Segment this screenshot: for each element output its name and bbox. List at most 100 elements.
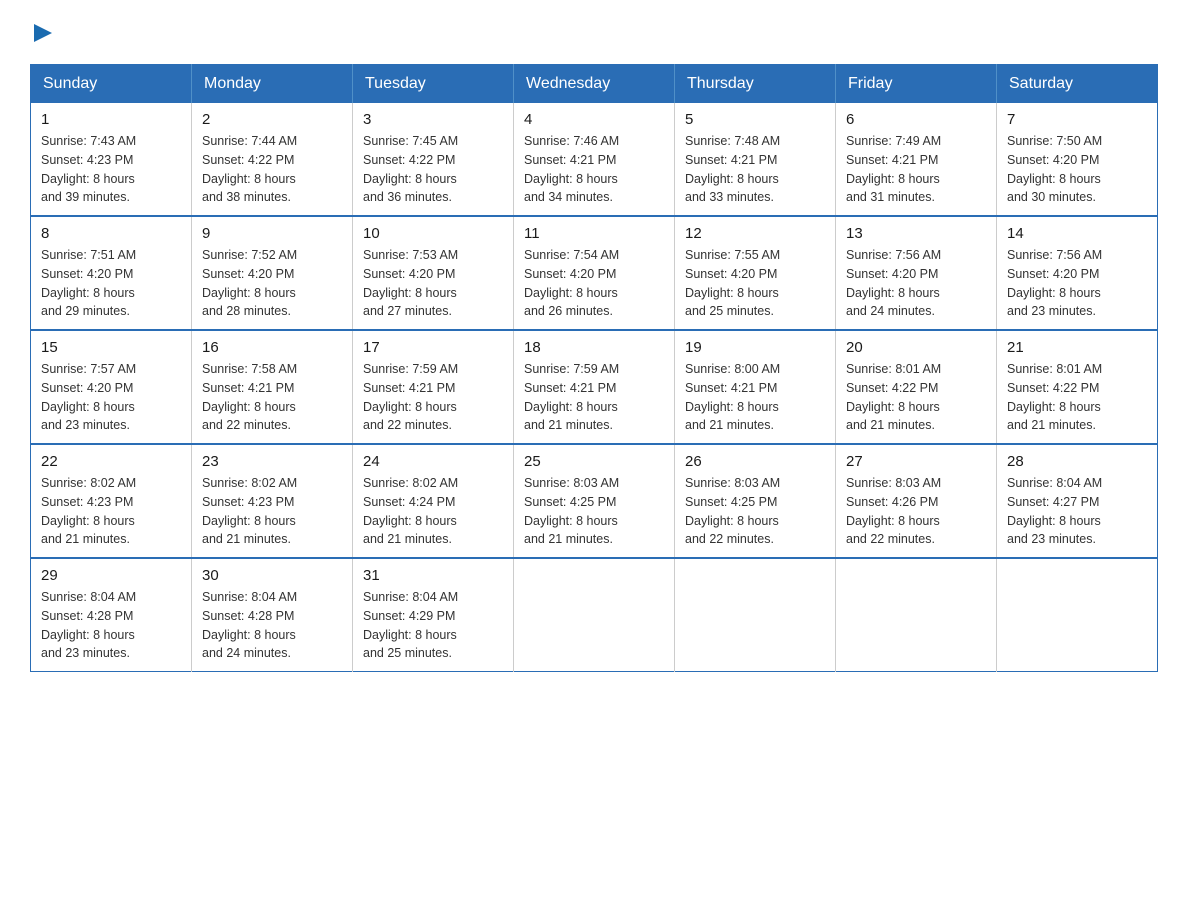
day-number: 6 [846, 111, 986, 128]
day-number: 4 [524, 111, 664, 128]
calendar-cell: 25 Sunrise: 8:03 AM Sunset: 4:25 PM Dayl… [514, 444, 675, 558]
day-info: Sunrise: 8:04 AM Sunset: 4:29 PM Dayligh… [363, 588, 503, 663]
calendar-cell [675, 558, 836, 672]
day-info: Sunrise: 7:54 AM Sunset: 4:20 PM Dayligh… [524, 246, 664, 321]
day-number: 2 [202, 111, 342, 128]
day-number: 10 [363, 225, 503, 242]
calendar-table: SundayMondayTuesdayWednesdayThursdayFrid… [30, 64, 1158, 672]
calendar-cell: 13 Sunrise: 7:56 AM Sunset: 4:20 PM Dayl… [836, 216, 997, 330]
day-number: 30 [202, 567, 342, 584]
day-number: 7 [1007, 111, 1147, 128]
day-info: Sunrise: 7:59 AM Sunset: 4:21 PM Dayligh… [524, 360, 664, 435]
day-info: Sunrise: 7:46 AM Sunset: 4:21 PM Dayligh… [524, 132, 664, 207]
calendar-cell: 8 Sunrise: 7:51 AM Sunset: 4:20 PM Dayli… [31, 216, 192, 330]
day-info: Sunrise: 8:01 AM Sunset: 4:22 PM Dayligh… [1007, 360, 1147, 435]
calendar-cell: 2 Sunrise: 7:44 AM Sunset: 4:22 PM Dayli… [192, 103, 353, 216]
day-info: Sunrise: 7:52 AM Sunset: 4:20 PM Dayligh… [202, 246, 342, 321]
day-info: Sunrise: 7:53 AM Sunset: 4:20 PM Dayligh… [363, 246, 503, 321]
day-number: 24 [363, 453, 503, 470]
weekday-header-tuesday: Tuesday [353, 65, 514, 104]
day-info: Sunrise: 7:45 AM Sunset: 4:22 PM Dayligh… [363, 132, 503, 207]
day-number: 31 [363, 567, 503, 584]
day-number: 15 [41, 339, 181, 356]
day-number: 27 [846, 453, 986, 470]
calendar-cell: 19 Sunrise: 8:00 AM Sunset: 4:21 PM Dayl… [675, 330, 836, 444]
calendar-cell: 1 Sunrise: 7:43 AM Sunset: 4:23 PM Dayli… [31, 103, 192, 216]
calendar-cell: 14 Sunrise: 7:56 AM Sunset: 4:20 PM Dayl… [997, 216, 1158, 330]
day-number: 22 [41, 453, 181, 470]
calendar-cell: 15 Sunrise: 7:57 AM Sunset: 4:20 PM Dayl… [31, 330, 192, 444]
calendar-cell: 31 Sunrise: 8:04 AM Sunset: 4:29 PM Dayl… [353, 558, 514, 672]
day-number: 14 [1007, 225, 1147, 242]
day-info: Sunrise: 7:56 AM Sunset: 4:20 PM Dayligh… [1007, 246, 1147, 321]
day-number: 5 [685, 111, 825, 128]
day-number: 29 [41, 567, 181, 584]
calendar-week-row: 22 Sunrise: 8:02 AM Sunset: 4:23 PM Dayl… [31, 444, 1158, 558]
day-number: 26 [685, 453, 825, 470]
calendar-cell: 10 Sunrise: 7:53 AM Sunset: 4:20 PM Dayl… [353, 216, 514, 330]
day-number: 9 [202, 225, 342, 242]
day-info: Sunrise: 7:44 AM Sunset: 4:22 PM Dayligh… [202, 132, 342, 207]
calendar-cell: 6 Sunrise: 7:49 AM Sunset: 4:21 PM Dayli… [836, 103, 997, 216]
calendar-cell [997, 558, 1158, 672]
calendar-cell: 16 Sunrise: 7:58 AM Sunset: 4:21 PM Dayl… [192, 330, 353, 444]
day-info: Sunrise: 7:55 AM Sunset: 4:20 PM Dayligh… [685, 246, 825, 321]
calendar-cell: 23 Sunrise: 8:02 AM Sunset: 4:23 PM Dayl… [192, 444, 353, 558]
calendar-cell [836, 558, 997, 672]
calendar-cell [514, 558, 675, 672]
day-number: 25 [524, 453, 664, 470]
calendar-cell: 22 Sunrise: 8:02 AM Sunset: 4:23 PM Dayl… [31, 444, 192, 558]
day-number: 23 [202, 453, 342, 470]
weekday-header-monday: Monday [192, 65, 353, 104]
calendar-week-row: 29 Sunrise: 8:04 AM Sunset: 4:28 PM Dayl… [31, 558, 1158, 672]
day-info: Sunrise: 8:03 AM Sunset: 4:25 PM Dayligh… [524, 474, 664, 549]
day-number: 21 [1007, 339, 1147, 356]
day-number: 18 [524, 339, 664, 356]
calendar-cell: 12 Sunrise: 7:55 AM Sunset: 4:20 PM Dayl… [675, 216, 836, 330]
weekday-header-wednesday: Wednesday [514, 65, 675, 104]
day-info: Sunrise: 7:49 AM Sunset: 4:21 PM Dayligh… [846, 132, 986, 207]
day-info: Sunrise: 8:00 AM Sunset: 4:21 PM Dayligh… [685, 360, 825, 435]
day-info: Sunrise: 7:58 AM Sunset: 4:21 PM Dayligh… [202, 360, 342, 435]
day-number: 8 [41, 225, 181, 242]
calendar-week-row: 15 Sunrise: 7:57 AM Sunset: 4:20 PM Dayl… [31, 330, 1158, 444]
day-number: 13 [846, 225, 986, 242]
calendar-cell: 27 Sunrise: 8:03 AM Sunset: 4:26 PM Dayl… [836, 444, 997, 558]
day-number: 19 [685, 339, 825, 356]
weekday-header-friday: Friday [836, 65, 997, 104]
weekday-header-sunday: Sunday [31, 65, 192, 104]
calendar-cell: 7 Sunrise: 7:50 AM Sunset: 4:20 PM Dayli… [997, 103, 1158, 216]
calendar-cell: 21 Sunrise: 8:01 AM Sunset: 4:22 PM Dayl… [997, 330, 1158, 444]
logo [30, 20, 54, 44]
logo-arrow-icon [32, 22, 54, 44]
day-number: 20 [846, 339, 986, 356]
day-number: 16 [202, 339, 342, 356]
day-info: Sunrise: 8:04 AM Sunset: 4:27 PM Dayligh… [1007, 474, 1147, 549]
calendar-cell: 29 Sunrise: 8:04 AM Sunset: 4:28 PM Dayl… [31, 558, 192, 672]
calendar-cell: 4 Sunrise: 7:46 AM Sunset: 4:21 PM Dayli… [514, 103, 675, 216]
calendar-cell: 20 Sunrise: 8:01 AM Sunset: 4:22 PM Dayl… [836, 330, 997, 444]
page-header [30, 20, 1158, 44]
calendar-cell: 24 Sunrise: 8:02 AM Sunset: 4:24 PM Dayl… [353, 444, 514, 558]
calendar-cell: 28 Sunrise: 8:04 AM Sunset: 4:27 PM Dayl… [997, 444, 1158, 558]
day-info: Sunrise: 8:03 AM Sunset: 4:26 PM Dayligh… [846, 474, 986, 549]
day-info: Sunrise: 7:43 AM Sunset: 4:23 PM Dayligh… [41, 132, 181, 207]
calendar-cell: 18 Sunrise: 7:59 AM Sunset: 4:21 PM Dayl… [514, 330, 675, 444]
day-info: Sunrise: 7:57 AM Sunset: 4:20 PM Dayligh… [41, 360, 181, 435]
day-info: Sunrise: 7:51 AM Sunset: 4:20 PM Dayligh… [41, 246, 181, 321]
day-info: Sunrise: 7:56 AM Sunset: 4:20 PM Dayligh… [846, 246, 986, 321]
weekday-header-saturday: Saturday [997, 65, 1158, 104]
day-number: 12 [685, 225, 825, 242]
calendar-cell: 26 Sunrise: 8:03 AM Sunset: 4:25 PM Dayl… [675, 444, 836, 558]
calendar-week-row: 1 Sunrise: 7:43 AM Sunset: 4:23 PM Dayli… [31, 103, 1158, 216]
day-number: 28 [1007, 453, 1147, 470]
day-number: 1 [41, 111, 181, 128]
day-info: Sunrise: 7:48 AM Sunset: 4:21 PM Dayligh… [685, 132, 825, 207]
calendar-cell: 3 Sunrise: 7:45 AM Sunset: 4:22 PM Dayli… [353, 103, 514, 216]
day-info: Sunrise: 8:02 AM Sunset: 4:23 PM Dayligh… [41, 474, 181, 549]
calendar-cell: 17 Sunrise: 7:59 AM Sunset: 4:21 PM Dayl… [353, 330, 514, 444]
day-info: Sunrise: 7:59 AM Sunset: 4:21 PM Dayligh… [363, 360, 503, 435]
calendar-cell: 11 Sunrise: 7:54 AM Sunset: 4:20 PM Dayl… [514, 216, 675, 330]
day-info: Sunrise: 8:04 AM Sunset: 4:28 PM Dayligh… [202, 588, 342, 663]
calendar-cell: 30 Sunrise: 8:04 AM Sunset: 4:28 PM Dayl… [192, 558, 353, 672]
